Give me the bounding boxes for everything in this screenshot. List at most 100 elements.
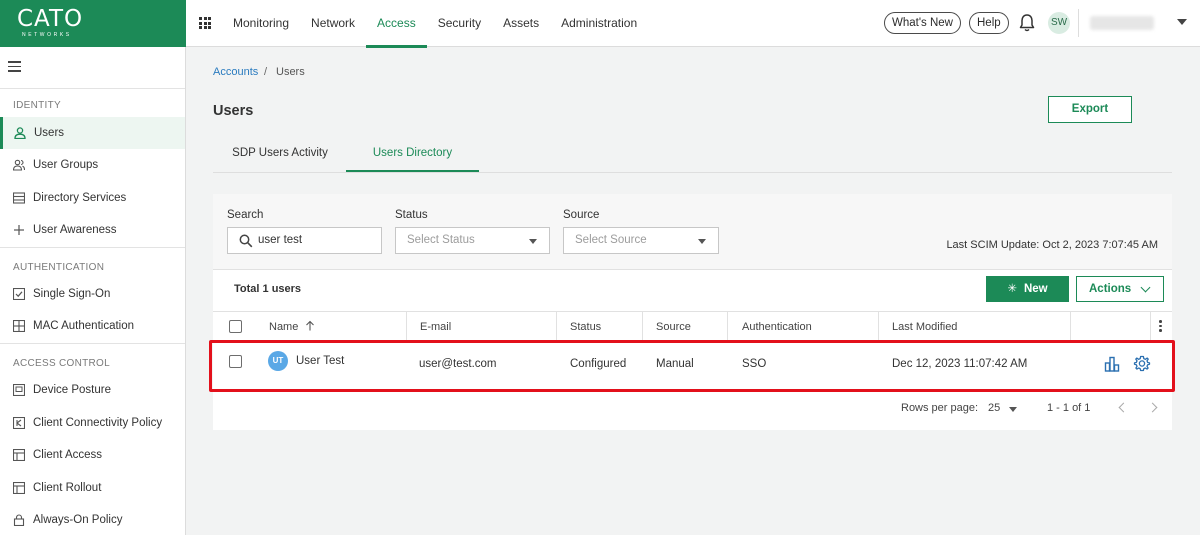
divider: [0, 343, 185, 344]
filter-bar: Search user test Status Select Status So…: [213, 194, 1172, 270]
sidebar-item-client-access[interactable]: Client Access: [0, 439, 185, 471]
chevron-down-icon: [698, 239, 706, 244]
sidebar: IDENTITY Users User Groups Directory Ser…: [0, 47, 186, 535]
sidebar-item-label: Client Access: [33, 449, 103, 461]
nav-assets[interactable]: Assets: [492, 0, 550, 47]
help-button[interactable]: Help: [969, 12, 1009, 34]
apps-grid-icon[interactable]: [199, 17, 211, 29]
column-header-email[interactable]: E-mail: [420, 312, 451, 342]
sidebar-item-device-posture[interactable]: Device Posture: [0, 374, 185, 406]
export-button[interactable]: Export: [1048, 96, 1132, 123]
cato-logo[interactable]: CATO NETWORKS: [0, 0, 186, 47]
new-user-button[interactable]: ✳ New: [986, 276, 1069, 302]
brand-subtitle: NETWORKS: [22, 32, 72, 38]
hamburger-icon[interactable]: [8, 61, 21, 75]
sidebar-item-user-groups[interactable]: User Groups: [0, 149, 185, 181]
bell-icon[interactable]: [1018, 13, 1036, 33]
chevron-down-icon: [1140, 282, 1151, 293]
divider: [1078, 9, 1079, 37]
breadcrumb-separator: /: [264, 66, 268, 78]
search-input[interactable]: user test: [227, 227, 382, 254]
section-title-access-control: ACCESS CONTROL: [13, 358, 110, 369]
nav-security[interactable]: Security: [427, 0, 492, 47]
gear-icon[interactable]: [1133, 355, 1151, 373]
users-card: Search user test Status Select Status So…: [213, 194, 1172, 430]
plus-icon: [14, 225, 24, 235]
column-header-name[interactable]: Name: [269, 312, 315, 342]
whats-new-button[interactable]: What's New: [884, 12, 961, 34]
section-title-authentication: AUTHENTICATION: [13, 262, 105, 273]
nav-monitoring[interactable]: Monitoring: [222, 0, 300, 47]
status-label: Status: [395, 209, 428, 221]
nav-network[interactable]: Network: [300, 0, 366, 47]
bar-chart-icon[interactable]: [1104, 356, 1120, 372]
sidebar-item-mac-authentication[interactable]: MAC Authentication: [0, 310, 185, 342]
sidebar-item-always-on-policy[interactable]: Always-On Policy: [0, 504, 185, 535]
column-header-source[interactable]: Source: [656, 312, 691, 342]
user-avatar[interactable]: SW: [1048, 12, 1070, 34]
status-placeholder: Select Status: [407, 234, 475, 246]
tab-users-directory[interactable]: Users Directory: [346, 141, 479, 173]
user-email: user@test.com: [419, 358, 497, 370]
table-header: Name E-mail Status Source Authentication…: [213, 311, 1172, 343]
column-header-status[interactable]: Status: [570, 312, 601, 342]
checkbox-icon: [13, 288, 25, 300]
chevron-down-icon[interactable]: [1009, 407, 1017, 412]
sidebar-item-label: Device Posture: [33, 384, 111, 396]
sidebar-item-label: User Groups: [33, 159, 99, 171]
directory-icon: [13, 192, 25, 204]
rows-per-page-select[interactable]: 25: [988, 402, 1000, 414]
column-header-last-modified[interactable]: Last Modified: [892, 312, 957, 342]
divider: [0, 88, 185, 89]
sidebar-item-user-awareness[interactable]: User Awareness: [0, 214, 185, 246]
sidebar-item-label: Users: [34, 127, 65, 139]
source-select[interactable]: Select Source: [563, 227, 719, 254]
search-value: user test: [258, 234, 303, 246]
table-icon: [13, 449, 25, 461]
user-name[interactable]: User Test: [296, 355, 344, 367]
account-name-redacted[interactable]: [1090, 16, 1154, 30]
user-icon: [14, 127, 26, 139]
tabs-divider: [213, 172, 1172, 173]
source-label: Source: [563, 209, 600, 221]
user-authentication: SSO: [742, 358, 767, 370]
row-checkbox[interactable]: [229, 355, 242, 368]
user-source: Manual: [656, 358, 694, 370]
nav-access[interactable]: Access: [366, 0, 427, 48]
sidebar-item-label: User Awareness: [33, 224, 117, 236]
column-header-authentication[interactable]: Authentication: [742, 312, 812, 342]
status-select[interactable]: Select Status: [395, 227, 550, 254]
nav-administration[interactable]: Administration: [550, 0, 648, 47]
caret-down-icon[interactable]: [1177, 19, 1187, 25]
sidebar-item-users[interactable]: Users: [0, 117, 185, 149]
main-nav: Monitoring Network Access Security Asset…: [222, 0, 648, 48]
sidebar-item-client-rollout[interactable]: Client Rollout: [0, 472, 185, 504]
grid-icon: [13, 320, 25, 332]
sidebar-item-label: Single Sign-On: [33, 288, 111, 300]
sidebar-item-label: Always-On Policy: [33, 514, 123, 526]
tab-sdp-users-activity[interactable]: SDP Users Activity: [226, 141, 334, 173]
sidebar-item-directory-services[interactable]: Directory Services: [0, 182, 185, 214]
select-all-checkbox[interactable]: [229, 320, 242, 333]
sidebar-item-client-connectivity-policy[interactable]: Client Connectivity Policy: [0, 407, 185, 439]
brand-name: CATO: [17, 6, 84, 32]
actions-button[interactable]: Actions: [1076, 276, 1164, 302]
table-row[interactable]: UT User Test user@test.com Configured Ma…: [213, 343, 1172, 387]
user-last-modified: Dec 12, 2023 11:07:42 AM: [892, 358, 1028, 370]
sidebar-item-label: Client Rollout: [33, 482, 102, 494]
policy-icon: [13, 417, 25, 429]
table-icon: [13, 482, 25, 494]
section-title-identity: IDENTITY: [13, 100, 61, 111]
sidebar-item-single-sign-on[interactable]: Single Sign-On: [0, 278, 185, 310]
sparkle-icon: ✳: [1007, 283, 1017, 295]
user-status: Configured: [570, 358, 627, 370]
chevron-down-icon: [529, 239, 537, 244]
new-button-label: New: [1023, 283, 1048, 295]
top-bar: CATO NETWORKS Monitoring Network Access …: [0, 0, 1200, 48]
breadcrumb-accounts[interactable]: Accounts: [213, 66, 258, 78]
sidebar-item-label: MAC Authentication: [33, 320, 135, 332]
user-group-icon: [13, 159, 25, 171]
lock-icon: [13, 514, 25, 526]
arrow-up-icon: [306, 320, 315, 331]
kebab-menu-icon[interactable]: [1159, 320, 1162, 334]
